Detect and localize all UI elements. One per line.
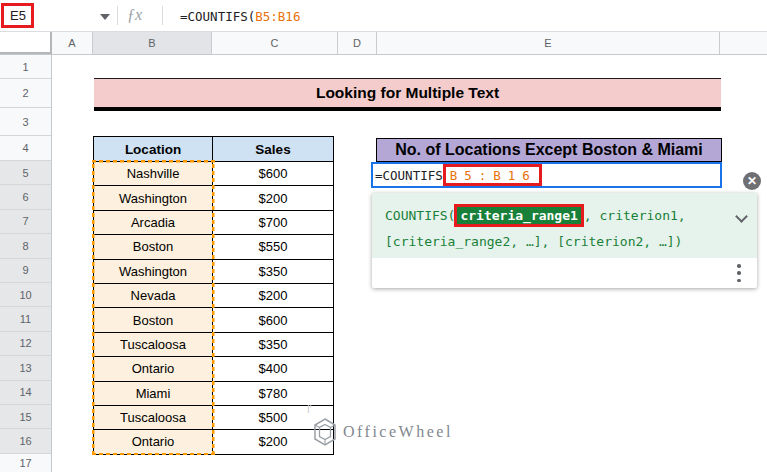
row-header[interactable]: 17 (0, 454, 51, 472)
row-header[interactable]: 11 (0, 307, 51, 331)
more-options-icon[interactable] (737, 264, 741, 282)
column-header[interactable]: E (377, 32, 720, 54)
sales-cell[interactable]: $550 (213, 235, 334, 259)
row-headers: 1 2 3 4 5 6 7 8 9 10 11 12 13 14 15 (0, 55, 52, 472)
row-header[interactable]: 16 (0, 429, 51, 453)
location-header-cell[interactable]: Location (94, 137, 213, 162)
signature-prefix: COUNTIFS( (385, 208, 455, 223)
officewheel-logo-icon (312, 417, 338, 447)
sales-cell[interactable]: $700 (213, 211, 334, 235)
active-cell-editor[interactable]: =COUNTIFSB5:B16 (371, 162, 722, 188)
row-header[interactable]: 2 (0, 79, 51, 108)
column-header[interactable] (720, 32, 767, 54)
officewheel-watermark: OfficeWheel (312, 417, 453, 447)
table-row: Tuscaloosa $500 (94, 406, 334, 430)
row-header[interactable]: 14 (0, 381, 51, 405)
data-table: Location Sales Nashville $600 Washington… (93, 136, 334, 455)
name-box-annotation (1, 3, 34, 28)
name-box-dropdown-icon[interactable] (100, 14, 110, 20)
location-cell[interactable]: Arcadia (94, 211, 213, 235)
row-header[interactable]: 4 (0, 136, 51, 161)
column-header[interactable]: C (212, 32, 338, 54)
formula-bar: E5 ƒx =COUNTIFS(B5:B16 (0, 0, 767, 32)
location-cell[interactable]: Ontario (94, 357, 213, 381)
signature-suffix: , criterion1, (584, 208, 686, 223)
close-popup-button[interactable]: ✕ (743, 172, 761, 190)
sales-cell[interactable]: $780 (213, 382, 334, 406)
table-row: Nevada $200 (94, 284, 334, 308)
formula-range: B5:B16 (255, 9, 300, 24)
result-header-cell[interactable]: No. of Locations Except Boston & Miami (376, 138, 722, 162)
location-cell[interactable]: Nashville (94, 162, 213, 186)
spreadsheet-app: E5 ƒx =COUNTIFS(B5:B16 A B C D E 1 2 3 (0, 0, 767, 472)
signature-line-2: [criteria_range2, …], [criterion2, …]) (385, 234, 682, 249)
table-row: Arcadia $700 (94, 211, 334, 235)
row-header[interactable]: 3 (0, 108, 51, 136)
cell-formula-range-annotation: B5:B16 (443, 164, 542, 186)
table-row: Washington $350 (94, 260, 334, 284)
criteria-range1-chip: criteria_range1 (454, 204, 583, 227)
sales-cell[interactable]: $350 (213, 333, 334, 357)
row-header[interactable]: 6 (0, 185, 51, 209)
formula-help-signature: COUNTIFS(criteria_range1, criterion1, [c… (372, 193, 757, 258)
sales-header-cell[interactable]: Sales (213, 137, 334, 162)
location-cell[interactable]: Boston (94, 235, 213, 259)
column-header[interactable]: B (93, 32, 212, 54)
row-header[interactable]: 5 (0, 161, 51, 185)
row-header[interactable]: 15 (0, 405, 51, 429)
location-cell[interactable]: Ontario (94, 430, 213, 454)
table-header-row: Location Sales (94, 137, 334, 162)
table-row: Washington $200 (94, 186, 334, 210)
location-cell[interactable]: Boston (94, 308, 213, 332)
formula-input[interactable]: =COUNTIFS(B5:B16 (180, 9, 300, 24)
location-cell[interactable]: Nevada (94, 284, 213, 308)
sales-cell[interactable]: $600 (213, 162, 334, 186)
row-header[interactable]: 7 (0, 210, 51, 234)
location-cell[interactable]: Tuscaloosa (94, 333, 213, 357)
watermark-text: OfficeWheel (343, 423, 453, 441)
table-row: Boston $600 (94, 308, 334, 332)
table-row: Boston $550 (94, 235, 334, 259)
sheet-title-banner: Looking for Multiple Text (94, 78, 721, 111)
table-body: Nashville $600 Washington $200 Arcadia $… (94, 162, 334, 455)
row-header[interactable]: 13 (0, 356, 51, 380)
sales-cell[interactable]: $400 (213, 357, 334, 381)
collapse-chevron-icon[interactable] (737, 212, 747, 222)
watermark-tick: I' (307, 404, 312, 415)
formula-prefix: =COUNTIFS( (180, 9, 255, 24)
sales-cell[interactable]: $600 (213, 308, 334, 332)
location-cell[interactable]: Miami (94, 382, 213, 406)
select-all-corner[interactable] (0, 32, 52, 54)
divider (162, 6, 163, 25)
sales-cell[interactable]: $200 (213, 186, 334, 210)
formula-help-popup: COUNTIFS(criteria_range1, criterion1, [c… (372, 193, 757, 288)
signature-line-1: COUNTIFS(criteria_range1, criterion1, (385, 204, 686, 226)
column-header[interactable]: A (52, 32, 93, 54)
location-cell[interactable]: Washington (94, 260, 213, 284)
sales-cell[interactable]: $350 (213, 260, 334, 284)
divider (117, 6, 118, 25)
column-headers: A B C D E (0, 32, 767, 55)
location-cell[interactable]: Washington (94, 186, 213, 210)
table-row: Ontario $400 (94, 357, 334, 381)
row-header[interactable]: 12 (0, 332, 51, 356)
table-row: Miami $780 (94, 382, 334, 406)
row-header[interactable]: 10 (0, 283, 51, 307)
table-row: Tuscaloosa $350 (94, 333, 334, 357)
fx-icon: ƒx (127, 6, 142, 24)
row-header[interactable]: 8 (0, 234, 51, 258)
row-header[interactable]: 9 (0, 259, 51, 283)
table-row: Nashville $600 (94, 162, 334, 186)
table-row: Ontario $200 (94, 430, 334, 454)
location-cell[interactable]: Tuscaloosa (94, 406, 213, 430)
column-header[interactable]: D (338, 32, 377, 54)
sales-cell[interactable]: $200 (213, 284, 334, 308)
row-header[interactable]: 1 (0, 55, 51, 79)
cell-formula-prefix: =COUNTIFS (375, 168, 443, 183)
